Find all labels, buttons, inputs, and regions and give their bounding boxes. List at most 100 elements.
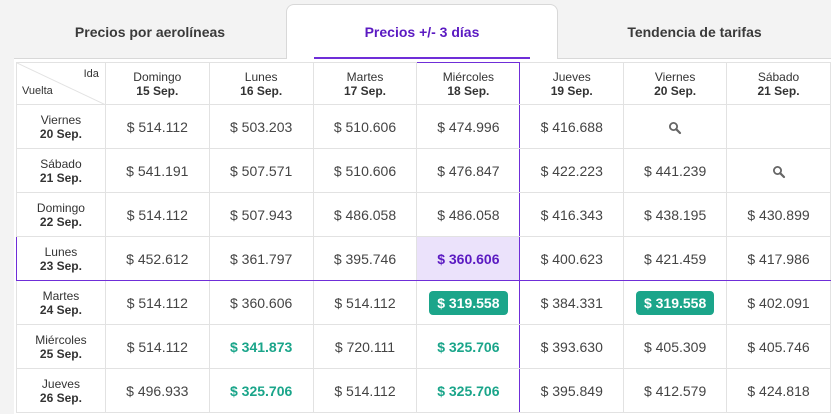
price-cell[interactable]: $ 541.191 (104, 148, 210, 193)
price-cell[interactable]: $ 325.706 (416, 324, 521, 369)
price-value: $ 416.343 (540, 206, 603, 223)
active-tab-indicator (314, 57, 530, 59)
tab-label: Precios +/- 3 días (364, 24, 480, 40)
price-cell[interactable]: $ 416.688 (519, 104, 625, 149)
price-cell[interactable]: $ 405.746 (726, 324, 831, 369)
row-header[interactable]: Martes 24 Sep. (16, 280, 106, 325)
price-cell[interactable]: $ 486.058 (416, 192, 521, 237)
price-value: $ 514.112 (126, 118, 188, 135)
price-cell[interactable]: $ 510.606 (312, 104, 418, 149)
price-value: $ 400.623 (540, 250, 603, 267)
price-value: $ 452.612 (126, 250, 189, 267)
row-day: Sábado (40, 156, 82, 171)
price-cell[interactable]: $ 514.112 (104, 324, 210, 369)
price-cell[interactable]: $ 319.558 (623, 280, 728, 325)
price-value: $ 503.203 (230, 118, 293, 135)
column-header-2[interactable]: Martes 17 Sep. (312, 62, 418, 105)
row-header[interactable]: Miércoles 25 Sep. (16, 324, 106, 369)
column-date: 15 Sep. (136, 83, 179, 98)
price-cell[interactable]: $ 421.459 (623, 236, 728, 281)
row-header[interactable]: Jueves 26 Sep. (16, 368, 106, 413)
row-header[interactable]: Lunes 23 Sep. (16, 236, 106, 281)
row-header[interactable]: Sábado 21 Sep. (16, 148, 106, 193)
price-cell[interactable]: $ 720.111 (312, 324, 418, 369)
price-cell[interactable] (726, 104, 831, 149)
price-cell[interactable]: $ 402.091 (726, 280, 831, 325)
price-row: Viernes 20 Sep. $ 514.112 $ 503.203 $ 510.60… (16, 104, 831, 149)
price-cell[interactable]: $ 514.112 (312, 280, 418, 325)
price-grid-panel: Ida Vuelta Domingo 15 Sep. Lunes 16 Sep. Mar… (14, 58, 831, 414)
price-cell[interactable]: $ 325.706 (416, 368, 521, 413)
price-cell[interactable]: $ 400.623 (519, 236, 625, 281)
price-cell[interactable]: $ 424.818 (726, 368, 831, 413)
price-value: $ 474.996 (437, 118, 500, 135)
price-cell[interactable]: $ 507.571 (208, 148, 314, 193)
row-date: 20 Sep. (39, 126, 82, 141)
tab-airline-prices[interactable]: Precios por aerolíneas (14, 4, 286, 59)
column-header-4[interactable]: Jueves 19 Sep. (519, 62, 625, 105)
row-date: 22 Sep. (39, 214, 82, 229)
price-cell[interactable]: $ 474.996 (416, 104, 521, 149)
price-cell[interactable]: $ 476.847 (416, 148, 521, 193)
price-cell[interactable]: $ 325.706 (208, 368, 314, 413)
row-header[interactable]: Viernes 20 Sep. (16, 104, 106, 149)
price-cell[interactable]: $ 438.195 (623, 192, 728, 237)
price-value: $ 438.195 (643, 206, 707, 223)
price-cell[interactable]: $ 341.873 (208, 324, 314, 369)
price-value: $ 441.239 (643, 162, 707, 179)
price-cell[interactable]: $ 514.112 (312, 368, 418, 413)
price-cell[interactable]: $ 393.630 (519, 324, 625, 369)
price-cell[interactable]: $ 319.558 (416, 280, 521, 325)
price-cell[interactable]: $ 510.606 (312, 148, 418, 193)
column-header-0[interactable]: Domingo 15 Sep. (104, 62, 210, 105)
price-value: $ 341.873 (230, 338, 293, 355)
row-day: Viernes (40, 112, 82, 127)
column-header-6[interactable]: Sábado 21 Sep. (726, 62, 831, 105)
column-header-5[interactable]: Viernes 20 Sep. (623, 62, 728, 105)
row-day: Lunes (44, 244, 78, 259)
column-date: 18 Sep. (447, 83, 490, 98)
price-cell[interactable]: $ 422.223 (519, 148, 625, 193)
row-date: 26 Sep. (39, 390, 82, 405)
price-cell[interactable]: $ 452.612 (104, 236, 210, 281)
price-cell[interactable]: $ 416.343 (519, 192, 625, 237)
price-cell[interactable]: $ 412.579 (623, 368, 728, 413)
column-day: Jueves (552, 69, 591, 84)
column-header-3[interactable]: Miércoles 18 Sep. (416, 62, 521, 105)
column-date: 20 Sep. (654, 83, 697, 98)
price-cell[interactable]: $ 360.606 (208, 280, 314, 325)
price-cell[interactable]: $ 405.309 (623, 324, 728, 369)
price-cell[interactable]: $ 507.943 (208, 192, 314, 237)
price-cell[interactable]: $ 361.797 (208, 236, 314, 281)
search-icon[interactable] (772, 165, 786, 179)
price-cell[interactable] (623, 104, 728, 149)
price-cell[interactable]: $ 395.746 (312, 236, 418, 281)
price-value: $ 514.112 (126, 206, 188, 223)
price-cell[interactable]: $ 514.112 (104, 104, 210, 149)
price-cell[interactable] (726, 148, 831, 193)
price-cell[interactable]: $ 441.239 (623, 148, 728, 193)
row-header[interactable]: Domingo 22 Sep. (16, 192, 106, 237)
price-value: $ 384.331 (540, 294, 603, 311)
row-day: Domingo (36, 200, 85, 215)
search-icon[interactable] (668, 121, 682, 135)
price-cell[interactable]: $ 360.606 (416, 236, 521, 281)
row-date: 23 Sep. (39, 258, 82, 273)
price-cell[interactable]: $ 514.112 (104, 192, 210, 237)
price-cell[interactable]: $ 514.112 (104, 280, 210, 325)
price-value: $ 402.091 (747, 294, 810, 311)
tab-flex-dates[interactable]: Precios +/- 3 días (286, 4, 558, 59)
price-cell[interactable]: $ 486.058 (312, 192, 418, 237)
price-cell[interactable]: $ 417.986 (726, 236, 831, 281)
price-cell[interactable]: $ 430.899 (726, 192, 831, 237)
price-value: $ 720.111 (334, 338, 396, 355)
price-cell[interactable]: $ 503.203 (208, 104, 314, 149)
price-cell[interactable]: $ 384.331 (519, 280, 625, 325)
column-header-1[interactable]: Lunes 16 Sep. (208, 62, 314, 105)
price-value: $ 325.706 (230, 382, 293, 399)
price-cell[interactable]: $ 496.933 (104, 368, 210, 413)
tab-label: Tendencia de tarifas (627, 23, 762, 40)
price-cell[interactable]: $ 395.849 (519, 368, 625, 413)
price-value: $ 393.630 (540, 338, 603, 355)
tab-fare-trend[interactable]: Tendencia de tarifas (558, 4, 831, 59)
